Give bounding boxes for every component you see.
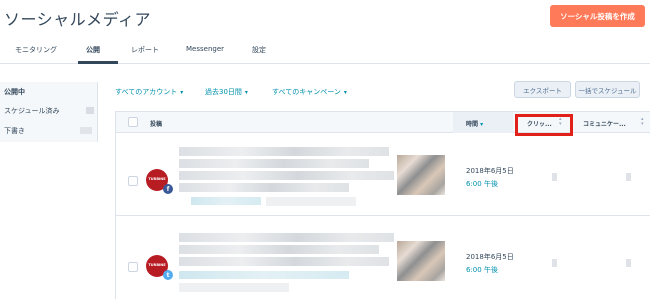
column-header-time[interactable]: 時間 ▾ bbox=[466, 119, 483, 128]
table-row[interactable]: TURBINE t 2018年6月5日 6:00 午後 bbox=[116, 217, 650, 299]
row-checkbox[interactable] bbox=[128, 176, 138, 186]
post-date: 2018年6月5日 bbox=[466, 253, 514, 261]
blurred-text-line bbox=[179, 171, 394, 180]
blurred-link bbox=[179, 271, 349, 279]
sidebar-count-scheduled bbox=[86, 107, 94, 114]
column-header-post[interactable]: 投稿 bbox=[150, 119, 162, 128]
blurred-text-line bbox=[179, 233, 394, 242]
sidebar-item-published[interactable]: 公開中 bbox=[4, 87, 25, 97]
post-image-thumbnail bbox=[397, 241, 445, 281]
filter-date-label: 過去30日間 bbox=[205, 88, 242, 96]
page-title: ソーシャルメディア bbox=[4, 10, 152, 29]
tab-publish[interactable]: 公開 bbox=[86, 45, 100, 55]
export-button[interactable]: エクスポート bbox=[514, 81, 571, 98]
column-header-time-label: 時間 bbox=[466, 121, 479, 128]
filter-accounts-label: すべてのアカウント bbox=[115, 88, 178, 96]
chevron-down-icon: ▾ bbox=[180, 88, 184, 96]
facebook-icon: f bbox=[163, 184, 173, 194]
post-time: 6:00 午後 bbox=[466, 180, 498, 188]
blurred-text-line bbox=[179, 183, 349, 192]
twitter-icon: t bbox=[163, 270, 173, 280]
community-value-blurred bbox=[626, 173, 631, 181]
blurred-text-line bbox=[179, 147, 389, 156]
tab-bar: モニタリング 公開 レポート Messenger 設定 bbox=[0, 40, 650, 64]
sidebar-item-drafts[interactable]: 下書き bbox=[4, 126, 25, 136]
tab-settings[interactable]: 設定 bbox=[252, 45, 266, 55]
blurred-text-line bbox=[179, 245, 379, 254]
sort-descending-icon: ▾ bbox=[480, 121, 484, 128]
blurred-text-line bbox=[179, 257, 389, 266]
tab-messenger[interactable]: Messenger bbox=[186, 45, 224, 53]
community-value-blurred bbox=[626, 259, 631, 267]
filter-campaigns-label: すべてのキャンペーン bbox=[272, 88, 341, 96]
chevron-down-icon: ▾ bbox=[343, 88, 347, 96]
blurred-text-line bbox=[179, 283, 289, 292]
blurred-link bbox=[191, 197, 261, 205]
column-header-community[interactable]: コミュニケー... bbox=[583, 119, 626, 128]
chevron-down-icon: ▾ bbox=[244, 88, 248, 96]
blurred-text-line bbox=[266, 197, 356, 206]
clicks-value-blurred bbox=[552, 259, 557, 267]
active-tab-indicator bbox=[78, 61, 118, 64]
filter-campaigns[interactable]: すべてのキャンペーン ▾ bbox=[272, 87, 347, 97]
clicks-value-blurred bbox=[552, 173, 557, 181]
sort-icon: ▴ ▾ bbox=[641, 116, 644, 127]
tab-monitoring[interactable]: モニタリング bbox=[15, 45, 57, 55]
post-date: 2018年6月5日 bbox=[466, 167, 514, 175]
post-time: 6:00 午後 bbox=[466, 266, 498, 274]
sidebar-count-drafts bbox=[80, 127, 92, 134]
select-all-checkbox[interactable] bbox=[128, 117, 138, 127]
tab-reports[interactable]: レポート bbox=[131, 45, 159, 55]
row-checkbox[interactable] bbox=[128, 262, 138, 272]
sidebar-item-scheduled[interactable]: スケジュール済み bbox=[4, 106, 60, 116]
table-row[interactable]: TURBINE f 2018年6月5日 6:00 午後 bbox=[116, 133, 650, 216]
create-social-post-button[interactable]: ソーシャル投稿を作成 bbox=[550, 5, 645, 27]
filter-accounts[interactable]: すべてのアカウント ▾ bbox=[115, 87, 183, 97]
posts-table: 投稿 時間 ▾ クリッ... ▴ ▾ コミュニケー... ▴ ▾ TURBINE f… bbox=[115, 111, 650, 299]
post-image-thumbnail bbox=[397, 155, 445, 195]
sidebar: 公開中 スケジュール済み 下書き bbox=[0, 82, 98, 142]
filter-date-range[interactable]: 過去30日間 ▾ bbox=[205, 87, 248, 97]
bulk-schedule-button[interactable]: 一括でスケジュール bbox=[575, 81, 640, 98]
blurred-text-line bbox=[179, 159, 369, 168]
